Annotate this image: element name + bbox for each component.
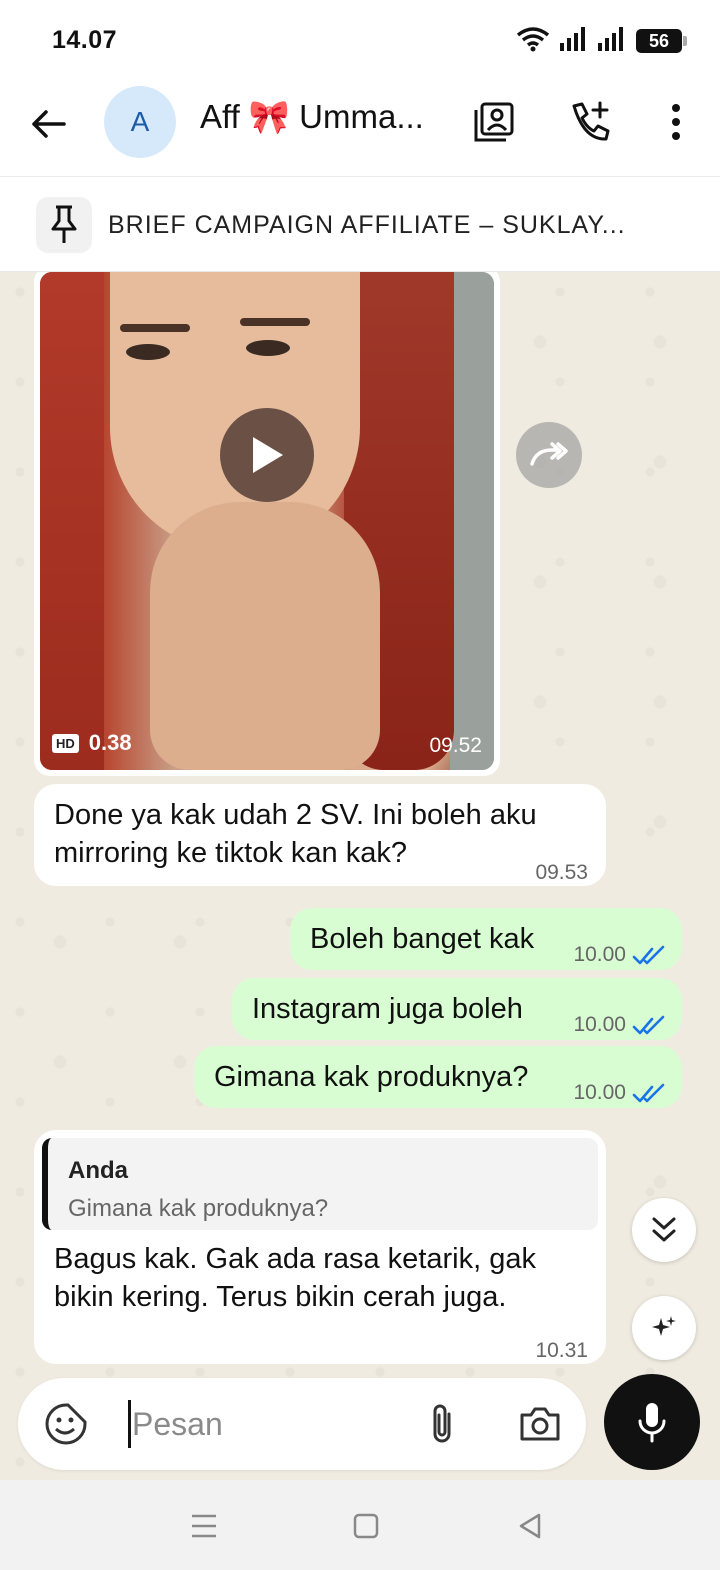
message-text: Boleh banget kak — [310, 923, 535, 955]
incoming-reply-message[interactable]: Anda Gimana kak produknya? Bagus kak. Ga… — [34, 1130, 606, 1364]
chat-header: A Aff 🎀 Umma... — [0, 80, 720, 176]
read-ticks-icon — [632, 1015, 665, 1035]
battery-icon: 56 — [636, 29, 687, 53]
outgoing-message[interactable]: Instagram juga boleh 10.00 — [232, 978, 682, 1040]
pin-icon — [36, 197, 92, 253]
add-call-icon[interactable] — [566, 98, 614, 146]
message-meta: 10.00 — [573, 936, 666, 974]
quote-author: Anda — [68, 1157, 128, 1184]
wifi-icon — [516, 26, 550, 57]
chat-title[interactable]: Aff 🎀 Umma... — [200, 98, 424, 137]
text-cursor — [128, 1400, 131, 1448]
more-vert-icon[interactable] — [652, 98, 700, 146]
sticker-icon[interactable] — [42, 1400, 90, 1448]
message-text: Bagus kak. Gak ada rasa ketarik, gak bik… — [54, 1243, 536, 1313]
incoming-message[interactable]: Done ya kak udah 2 SV. Ini boleh aku mir… — [34, 784, 606, 886]
chat-area[interactable]: HD 0.38 09.52 Done ya kak udah 2 SV. Ini… — [0, 272, 720, 1480]
status-icons: 56 — [516, 26, 687, 57]
menu-icon[interactable] — [184, 1506, 224, 1546]
message-time: 10.31 — [535, 1339, 588, 1362]
signal-icon — [560, 26, 588, 56]
back-nav-icon[interactable] — [510, 1506, 550, 1546]
message-composer — [18, 1378, 586, 1470]
message-meta: 10.00 — [573, 1074, 666, 1112]
mic-icon[interactable] — [604, 1374, 700, 1470]
pinned-message-bar[interactable]: BRIEF CAMPAIGN AFFILIATE – SUKLAY... — [0, 176, 720, 272]
status-bar: 14.07 56 — [0, 0, 720, 80]
outgoing-message[interactable]: Gimana kak produknya? 10.00 — [194, 1046, 682, 1108]
video-message[interactable]: HD 0.38 09.52 — [34, 272, 500, 776]
system-nav-bar — [0, 1480, 720, 1570]
message-input[interactable] — [132, 1398, 412, 1450]
read-ticks-icon — [632, 945, 665, 965]
message-text: Instagram juga boleh — [252, 993, 523, 1025]
message-meta: 10.00 — [573, 1006, 666, 1044]
quote-text: Gimana kak produknya? — [68, 1195, 329, 1222]
pinned-text: BRIEF CAMPAIGN AFFILIATE – SUKLAY... — [108, 211, 626, 239]
message-text: Done ya kak udah 2 SV. Ini boleh aku mir… — [54, 799, 537, 869]
ai-sparkle-icon[interactable] — [632, 1296, 696, 1360]
home-icon[interactable] — [346, 1506, 386, 1546]
outgoing-message[interactable]: Boleh banget kak 10.00 — [290, 908, 682, 970]
hd-badge: HD — [52, 733, 79, 753]
video-hand-shape — [150, 502, 380, 770]
video-duration: HD 0.38 — [52, 730, 132, 756]
play-icon[interactable] — [220, 408, 314, 502]
scroll-down-icon[interactable] — [632, 1198, 696, 1262]
attach-icon[interactable] — [418, 1400, 466, 1448]
video-timestamp: 09.52 — [429, 734, 482, 757]
message-text: Gimana kak produknya? — [214, 1061, 529, 1093]
status-time: 14.07 — [52, 26, 118, 54]
quoted-message[interactable]: Anda Gimana kak produknya? — [42, 1138, 598, 1230]
camera-icon[interactable] — [516, 1400, 564, 1448]
back-arrow-icon[interactable] — [26, 102, 70, 146]
forward-icon[interactable] — [516, 422, 582, 488]
video-thumbnail[interactable]: HD 0.38 09.52 — [40, 272, 494, 770]
read-ticks-icon — [632, 1083, 665, 1103]
message-time: 09.53 — [535, 861, 588, 884]
contact-card-icon[interactable] — [470, 98, 518, 146]
signal-icon — [598, 26, 626, 56]
avatar[interactable]: A — [104, 86, 176, 158]
video-duration-text: 0.38 — [88, 730, 132, 755]
